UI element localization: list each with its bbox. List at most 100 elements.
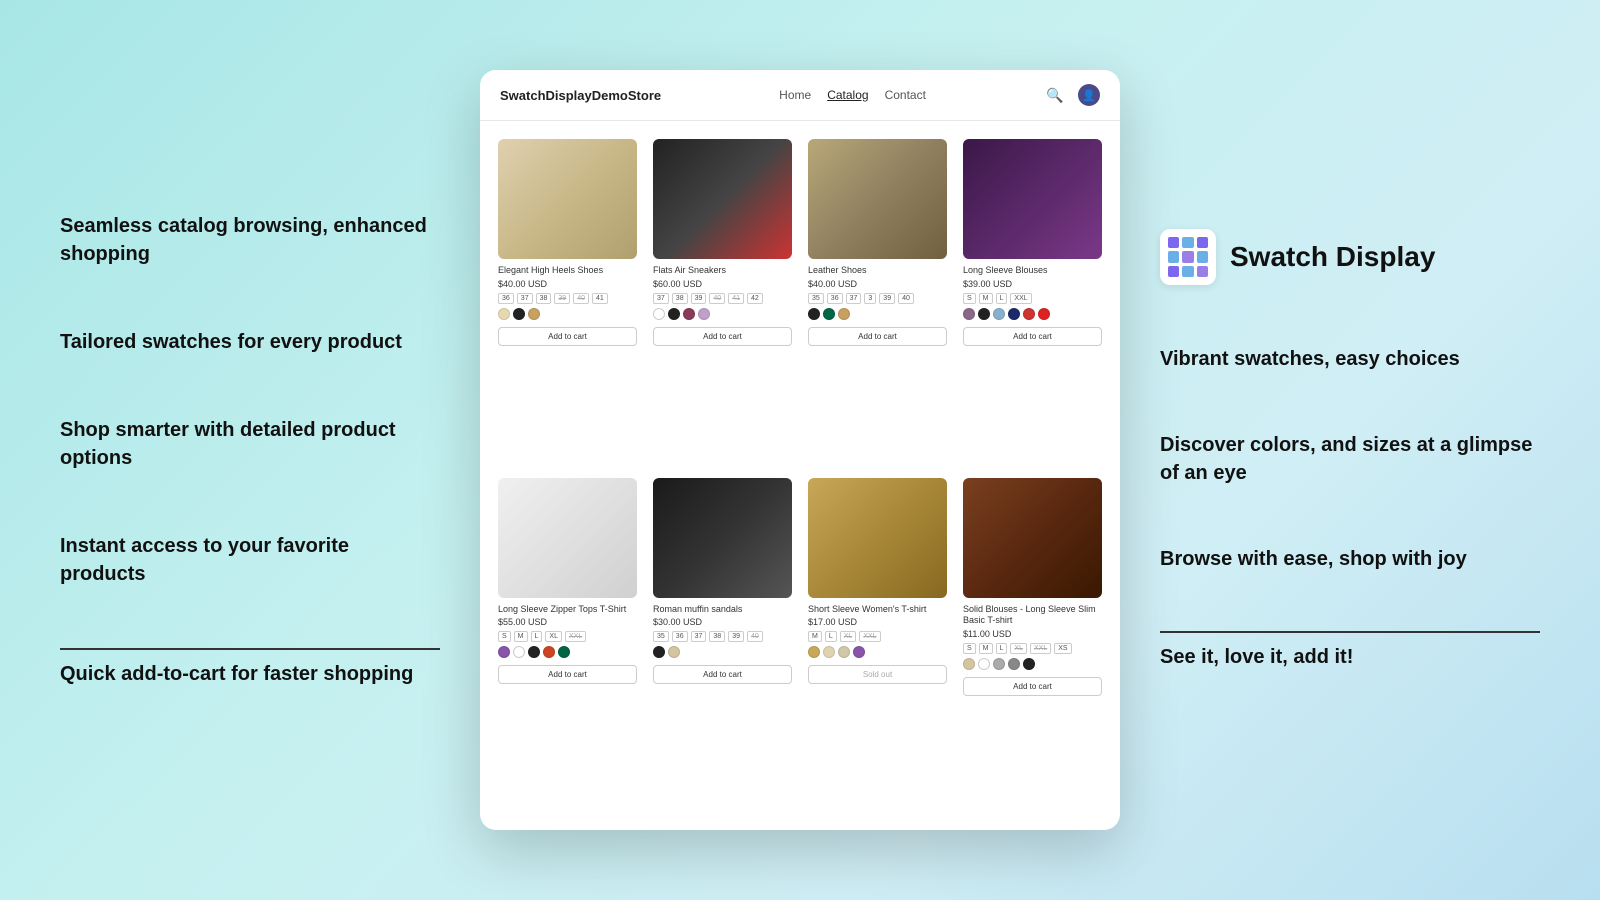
color-swatch[interactable] xyxy=(528,646,540,658)
size-36[interactable]: 36 xyxy=(498,293,514,304)
color-swatch[interactable] xyxy=(558,646,570,658)
size-xl[interactable]: XL xyxy=(840,631,857,642)
size-l[interactable]: L xyxy=(531,631,543,642)
size-row-3: 35 36 37 3 39 40 xyxy=(808,293,947,304)
size-xs[interactable]: XS xyxy=(1054,643,1071,654)
size-s[interactable]: S xyxy=(963,643,976,654)
color-swatch[interactable] xyxy=(1023,658,1035,670)
size-37[interactable]: 37 xyxy=(517,293,533,304)
size-3[interactable]: 3 xyxy=(864,293,876,304)
size-39[interactable]: 39 xyxy=(691,293,707,304)
color-swatch[interactable] xyxy=(498,646,510,658)
size-l[interactable]: L xyxy=(825,631,837,642)
sold-out-btn-7[interactable]: Sold out xyxy=(808,665,947,684)
color-swatch[interactable] xyxy=(528,308,540,320)
size-35[interactable]: 35 xyxy=(808,293,824,304)
size-41[interactable]: 41 xyxy=(592,293,608,304)
color-swatch[interactable] xyxy=(808,646,820,658)
size-41[interactable]: 41 xyxy=(728,293,744,304)
add-to-cart-btn-4[interactable]: Add to cart xyxy=(963,327,1102,346)
color-swatch[interactable] xyxy=(653,308,665,320)
size-m[interactable]: M xyxy=(514,631,528,642)
color-swatch[interactable] xyxy=(823,646,835,658)
color-swatch[interactable] xyxy=(543,646,555,658)
size-row-7: M L XL XXL xyxy=(808,631,947,642)
add-to-cart-btn-6[interactable]: Add to cart xyxy=(653,665,792,684)
color-swatch[interactable] xyxy=(1008,308,1020,320)
product-card-2: Flats Air Sneakers $60.00 USD 37 38 39 4… xyxy=(645,131,800,470)
nav-home[interactable]: Home xyxy=(779,88,811,102)
size-s[interactable]: S xyxy=(498,631,511,642)
size-38[interactable]: 38 xyxy=(672,293,688,304)
color-swatch[interactable] xyxy=(498,308,510,320)
size-xl[interactable]: XL xyxy=(1010,643,1027,654)
size-xxl[interactable]: XXL xyxy=(1030,643,1051,654)
search-icon[interactable]: 🔍 xyxy=(1044,84,1066,106)
size-40[interactable]: 40 xyxy=(573,293,589,304)
size-39[interactable]: 39 xyxy=(728,631,744,642)
size-36[interactable]: 36 xyxy=(672,631,688,642)
color-swatch[interactable] xyxy=(698,308,710,320)
product-card-1: Elegant High Heels Shoes $40.00 USD 36 3… xyxy=(490,131,645,470)
size-37[interactable]: 37 xyxy=(691,631,707,642)
nav-catalog[interactable]: Catalog xyxy=(827,88,868,102)
product-name-5: Long Sleeve Zipper Tops T-Shirt xyxy=(498,604,637,616)
product-img-4 xyxy=(963,139,1102,259)
color-swatch[interactable] xyxy=(513,308,525,320)
right-features: Vibrant swatches, easy choices Discover … xyxy=(1160,345,1540,671)
size-40[interactable]: 40 xyxy=(898,293,914,304)
size-xxl[interactable]: XXL xyxy=(565,631,586,642)
size-xl[interactable]: XL xyxy=(545,631,562,642)
color-swatch[interactable] xyxy=(978,658,990,670)
size-38[interactable]: 38 xyxy=(709,631,725,642)
color-swatch[interactable] xyxy=(963,308,975,320)
size-39[interactable]: 39 xyxy=(554,293,570,304)
size-m[interactable]: M xyxy=(979,643,993,654)
color-row-8 xyxy=(963,658,1102,670)
color-swatch[interactable] xyxy=(823,308,835,320)
color-swatch[interactable] xyxy=(668,646,680,658)
size-40[interactable]: 40 xyxy=(747,631,763,642)
color-swatch[interactable] xyxy=(668,308,680,320)
color-swatch[interactable] xyxy=(993,658,1005,670)
size-m[interactable]: M xyxy=(808,631,822,642)
color-row-1 xyxy=(498,308,637,320)
add-to-cart-btn-2[interactable]: Add to cart xyxy=(653,327,792,346)
size-xxl[interactable]: XXL xyxy=(1010,293,1031,304)
add-to-cart-btn-3[interactable]: Add to cart xyxy=(808,327,947,346)
color-swatch[interactable] xyxy=(1008,658,1020,670)
add-to-cart-btn-8[interactable]: Add to cart xyxy=(963,677,1102,696)
color-swatch[interactable] xyxy=(1023,308,1035,320)
product-card-6: Roman muffin sandals $30.00 USD 35 36 37… xyxy=(645,470,800,820)
size-m[interactable]: M xyxy=(979,293,993,304)
color-swatch[interactable] xyxy=(838,646,850,658)
color-swatch[interactable] xyxy=(1038,308,1050,320)
size-40[interactable]: 40 xyxy=(709,293,725,304)
size-l[interactable]: L xyxy=(996,293,1008,304)
color-swatch[interactable] xyxy=(513,646,525,658)
size-38[interactable]: 38 xyxy=(536,293,552,304)
cart-icon[interactable]: 👤 xyxy=(1078,84,1100,106)
color-swatch[interactable] xyxy=(838,308,850,320)
color-swatch[interactable] xyxy=(993,308,1005,320)
size-l[interactable]: L xyxy=(996,643,1008,654)
product-card-7: Short Sleeve Women's T-shirt $17.00 USD … xyxy=(800,470,955,820)
color-swatch[interactable] xyxy=(653,646,665,658)
product-name-1: Elegant High Heels Shoes xyxy=(498,265,637,277)
size-s[interactable]: S xyxy=(963,293,976,304)
size-37[interactable]: 37 xyxy=(846,293,862,304)
color-swatch[interactable] xyxy=(853,646,865,658)
color-swatch[interactable] xyxy=(683,308,695,320)
size-xxl[interactable]: XXL xyxy=(859,631,880,642)
size-42[interactable]: 42 xyxy=(747,293,763,304)
size-37[interactable]: 37 xyxy=(653,293,669,304)
size-36[interactable]: 36 xyxy=(827,293,843,304)
size-39[interactable]: 39 xyxy=(879,293,895,304)
color-swatch[interactable] xyxy=(963,658,975,670)
color-swatch[interactable] xyxy=(808,308,820,320)
nav-contact[interactable]: Contact xyxy=(885,88,926,102)
add-to-cart-btn-1[interactable]: Add to cart xyxy=(498,327,637,346)
size-35[interactable]: 35 xyxy=(653,631,669,642)
color-swatch[interactable] xyxy=(978,308,990,320)
add-to-cart-btn-5[interactable]: Add to cart xyxy=(498,665,637,684)
